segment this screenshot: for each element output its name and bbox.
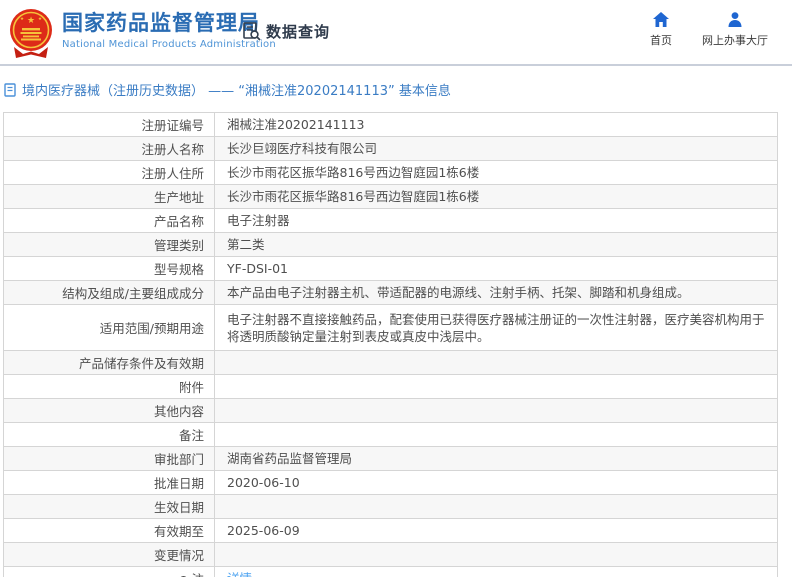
row-value: 长沙市雨花区振华路816号西边智庭园1栋6楼 bbox=[214, 184, 778, 209]
row-label: 审批部门 bbox=[3, 446, 215, 471]
row-label: 产品名称 bbox=[3, 208, 215, 233]
table-row: 注册人住所 长沙市雨花区振华路816号西边智庭园1栋6楼 bbox=[3, 160, 778, 185]
page-title: 境内医疗器械（注册历史数据） —— “湘械注准20202141113” 基本信息 bbox=[22, 84, 451, 99]
row-value: YF-DSI-01 bbox=[214, 256, 778, 281]
row-label: 批准日期 bbox=[3, 470, 215, 495]
nav-home-label: 首页 bbox=[650, 34, 672, 47]
table-row: 其他内容 bbox=[3, 398, 778, 423]
table-row: 附件 bbox=[3, 374, 778, 399]
row-value: 本产品由电子注射器主机、带适配器的电源线、注射手柄、托架、脚踏和机身组成。 bbox=[214, 280, 778, 305]
row-value bbox=[214, 542, 778, 567]
svg-text:★: ★ bbox=[20, 16, 24, 22]
row-label: 生效日期 bbox=[3, 494, 215, 519]
user-icon bbox=[727, 12, 743, 27]
svg-text:★: ★ bbox=[38, 16, 42, 22]
table-row: 批准日期 2020-06-10 bbox=[3, 470, 778, 495]
row-value: 湘械注准20202141113 bbox=[214, 112, 778, 137]
table-row: 产品储存条件及有效期 bbox=[3, 350, 778, 375]
nav-home[interactable]: 首页 bbox=[650, 12, 672, 48]
home-icon bbox=[653, 12, 669, 27]
row-label: 注册证编号 bbox=[3, 112, 215, 137]
row-value bbox=[214, 494, 778, 519]
row-value: 电子注射器不直接接触药品，配套使用已获得医疗器械注册证的一次性注射器，医疗美容机… bbox=[214, 304, 778, 351]
table-row: 注册证编号 湘械注准20202141113 bbox=[3, 112, 778, 137]
row-value: 详情 bbox=[214, 566, 778, 577]
row-value: 长沙市雨花区振华路816号西边智庭园1栋6楼 bbox=[214, 160, 778, 185]
row-value bbox=[214, 422, 778, 447]
detail-link[interactable]: 详情 bbox=[227, 571, 252, 577]
data-query-label: 数据查询 bbox=[266, 23, 331, 41]
row-label: 管理类别 bbox=[3, 232, 215, 257]
site-header: ★ ★ ★ 国家药品监督管理局 National Medical Product… bbox=[0, 0, 792, 66]
row-label: 产品储存条件及有效期 bbox=[3, 350, 215, 375]
national-emblem-logo: ★ ★ ★ bbox=[8, 6, 54, 60]
table-row: 生效日期 bbox=[3, 494, 778, 519]
row-label: 附件 bbox=[3, 374, 215, 399]
info-table-body: 注册证编号 湘械注准20202141113 注册人名称 长沙巨翊医疗科技有限公司 注册人… bbox=[3, 112, 778, 577]
registration-info-table: 注册证编号 湘械注准20202141113 注册人名称 长沙巨翊医疗科技有限公司 注册人… bbox=[3, 112, 778, 577]
table-row: 生产地址 长沙市雨花区振华路816号西边智庭园1栋6楼 bbox=[3, 184, 778, 209]
table-row: 有效期至 2025-06-09 bbox=[3, 518, 778, 543]
row-value bbox=[214, 350, 778, 375]
row-value: 电子注射器 bbox=[214, 208, 778, 233]
row-value: 湖南省药品监督管理局 bbox=[214, 446, 778, 471]
top-nav: 首页 网上办事大厅 bbox=[650, 12, 768, 48]
document-search-icon bbox=[241, 21, 262, 42]
row-label: 适用范围/预期用途 bbox=[3, 304, 215, 351]
row-label: 注 bbox=[3, 566, 215, 577]
row-label: 有效期至 bbox=[3, 518, 215, 543]
row-label: 型号规格 bbox=[3, 256, 215, 281]
table-row: 注 详情 bbox=[3, 566, 778, 577]
table-row: 型号规格 YF-DSI-01 bbox=[3, 256, 778, 281]
row-value bbox=[214, 374, 778, 399]
table-row: 适用范围/预期用途 电子注射器不直接接触药品，配套使用已获得医疗器械注册证的一次性… bbox=[3, 304, 778, 351]
row-label: 其他内容 bbox=[3, 398, 215, 423]
row-value: 长沙巨翊医疗科技有限公司 bbox=[214, 136, 778, 161]
row-label: 变更情况 bbox=[3, 542, 215, 567]
table-row: 管理类别 第二类 bbox=[3, 232, 778, 257]
table-row: 结构及组成/主要组成成分 本产品由电子注射器主机、带适配器的电源线、注射手柄、托架… bbox=[3, 280, 778, 305]
row-value: 2020-06-10 bbox=[214, 470, 778, 495]
row-label: 注册人住所 bbox=[3, 160, 215, 185]
row-value bbox=[214, 398, 778, 423]
row-label: 备注 bbox=[3, 422, 215, 447]
table-row: 注册人名称 长沙巨翊医疗科技有限公司 bbox=[3, 136, 778, 161]
row-label: 注册人名称 bbox=[3, 136, 215, 161]
nav-service-hall[interactable]: 网上办事大厅 bbox=[702, 12, 768, 48]
breadcrumb: 境内医疗器械（注册历史数据） —— “湘械注准20202141113” 基本信息 bbox=[0, 66, 792, 112]
row-value: 2025-06-09 bbox=[214, 518, 778, 543]
table-row: 产品名称 电子注射器 bbox=[3, 208, 778, 233]
document-icon bbox=[4, 82, 16, 97]
table-row: 审批部门 湖南省药品监督管理局 bbox=[3, 446, 778, 471]
row-label: 生产地址 bbox=[3, 184, 215, 209]
table-row: 变更情况 bbox=[3, 542, 778, 567]
nav-service-hall-label: 网上办事大厅 bbox=[702, 34, 768, 47]
svg-text:★: ★ bbox=[27, 16, 35, 26]
table-row: 备注 bbox=[3, 422, 778, 447]
row-value: 第二类 bbox=[214, 232, 778, 257]
data-query-section: 数据查询 bbox=[241, 21, 330, 42]
row-label: 结构及组成/主要组成成分 bbox=[3, 280, 215, 305]
